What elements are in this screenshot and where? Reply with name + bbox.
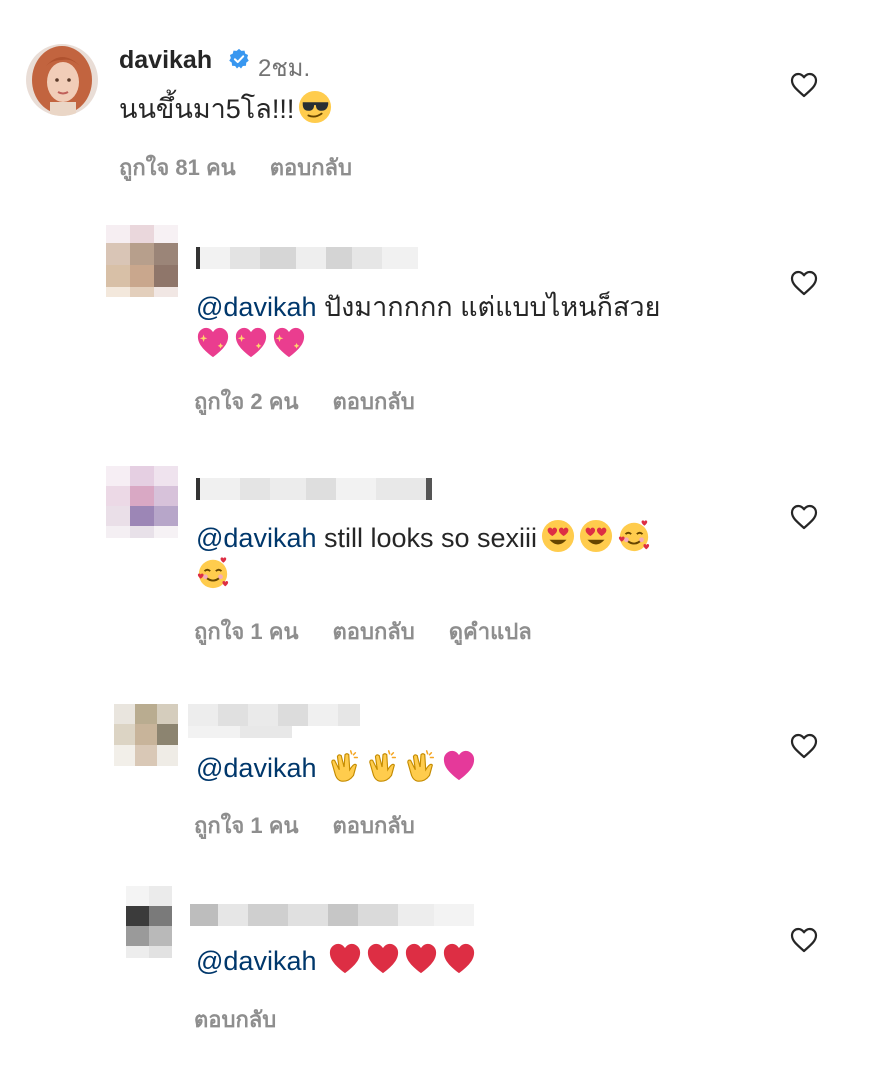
likes-count[interactable]: ถูกใจ 2 คน [194, 389, 299, 414]
avatar[interactable] [106, 225, 178, 297]
comment-text: @davikah [196, 941, 476, 981]
clapping-hands-emoji-icon [407, 750, 435, 782]
likes-count[interactable]: ถูกใจ 1 คน [194, 813, 299, 838]
red-heart-emoji-icon [329, 943, 361, 974]
username-redacted [196, 478, 432, 500]
comment-meta: ตอบกลับ [194, 1002, 310, 1037]
sunglasses-emoji-icon [299, 90, 332, 124]
sparkling-heart-emoji-icon [197, 327, 229, 358]
comment-meta: ถูกใจ 2 คน ตอบกลับ [194, 384, 449, 419]
username-redacted [188, 704, 360, 726]
comment-body: นนขึ้นมา5โล!!! [119, 94, 295, 124]
comment-body: still looks so sexiii [316, 523, 538, 553]
reply-button[interactable]: ตอบกลับ [333, 813, 415, 838]
clapping-hands-emoji-icon [331, 750, 359, 782]
mention-link[interactable]: @davikah [196, 753, 316, 783]
reply-button[interactable]: ตอบกลับ [333, 389, 415, 414]
comment-text: @davikah [196, 748, 476, 788]
comment-meta: ถูกใจ 81 คน ตอบกลับ [119, 150, 386, 185]
clapping-hands-emoji-icon [369, 750, 397, 782]
smiling-face-with-hearts-emoji-icon [618, 520, 650, 552]
red-heart-emoji-icon [405, 943, 437, 974]
heart-eyes-emoji-icon [541, 519, 575, 553]
comment-emojis [192, 555, 230, 595]
avatar-pixelated [126, 886, 172, 958]
comment-item: davikah 2ชม. นนขึ้นมา5โล!!! ถูกใจ 81 คน ต… [0, 0, 870, 200]
avatar-pixelated [106, 225, 178, 297]
sparkling-heart-emoji-icon [273, 327, 305, 358]
avatar[interactable] [26, 44, 98, 116]
avatar-photo [26, 44, 98, 116]
mention-link[interactable]: @davikah [196, 292, 316, 322]
username-redacted [190, 904, 474, 926]
red-heart-emoji-icon [443, 943, 475, 974]
reply-button[interactable]: ตอบกลับ [270, 155, 352, 180]
heart-outline-icon[interactable] [790, 504, 818, 530]
likes-count[interactable]: ถูกใจ 81 คน [119, 155, 236, 180]
username-redacted [188, 726, 292, 738]
smiling-face-with-hearts-emoji-icon [197, 557, 229, 589]
heart-outline-icon[interactable] [790, 270, 818, 296]
comment-text: @davikah ปังมากกกก แต่แบบไหนก็สวย [196, 287, 660, 327]
comment-body: ปังมากกกก แต่แบบไหนก็สวย [316, 292, 661, 322]
comment-text: นนขึ้นมา5โล!!! [119, 89, 332, 129]
username[interactable]: davikah [119, 46, 212, 75]
heart-outline-icon[interactable] [790, 927, 818, 953]
likes-count[interactable]: ถูกใจ 1 คน [194, 619, 299, 644]
avatar[interactable] [106, 466, 178, 538]
timestamp: 2ชม. [258, 55, 311, 82]
heart-outline-icon[interactable] [790, 733, 818, 759]
verified-badge-icon [229, 48, 249, 69]
comment-text: @davikah still looks so sexiii [196, 518, 651, 558]
see-translation-button[interactable]: ดูคำแปล [449, 619, 532, 644]
comment-emojis [192, 325, 306, 365]
comment-meta: ถูกใจ 1 คน ตอบกลับ ดูคำแปล [194, 614, 566, 649]
avatar-pixelated [106, 466, 178, 538]
pink-heart-emoji-icon [443, 750, 475, 781]
red-heart-emoji-icon [367, 943, 399, 974]
mention-link[interactable]: @davikah [196, 523, 316, 553]
username-redacted [196, 247, 418, 269]
reply-button[interactable]: ตอบกลับ [333, 619, 415, 644]
avatar[interactable] [126, 886, 198, 958]
reply-button[interactable]: ตอบกลับ [194, 1007, 276, 1032]
avatar-pixelated [114, 704, 178, 766]
sparkling-heart-emoji-icon [235, 327, 267, 358]
heart-outline-icon[interactable] [790, 72, 818, 98]
avatar[interactable] [114, 704, 186, 776]
heart-eyes-emoji-icon [579, 519, 613, 553]
mention-link[interactable]: @davikah [196, 946, 316, 976]
comment-meta: ถูกใจ 1 คน ตอบกลับ [194, 808, 449, 843]
